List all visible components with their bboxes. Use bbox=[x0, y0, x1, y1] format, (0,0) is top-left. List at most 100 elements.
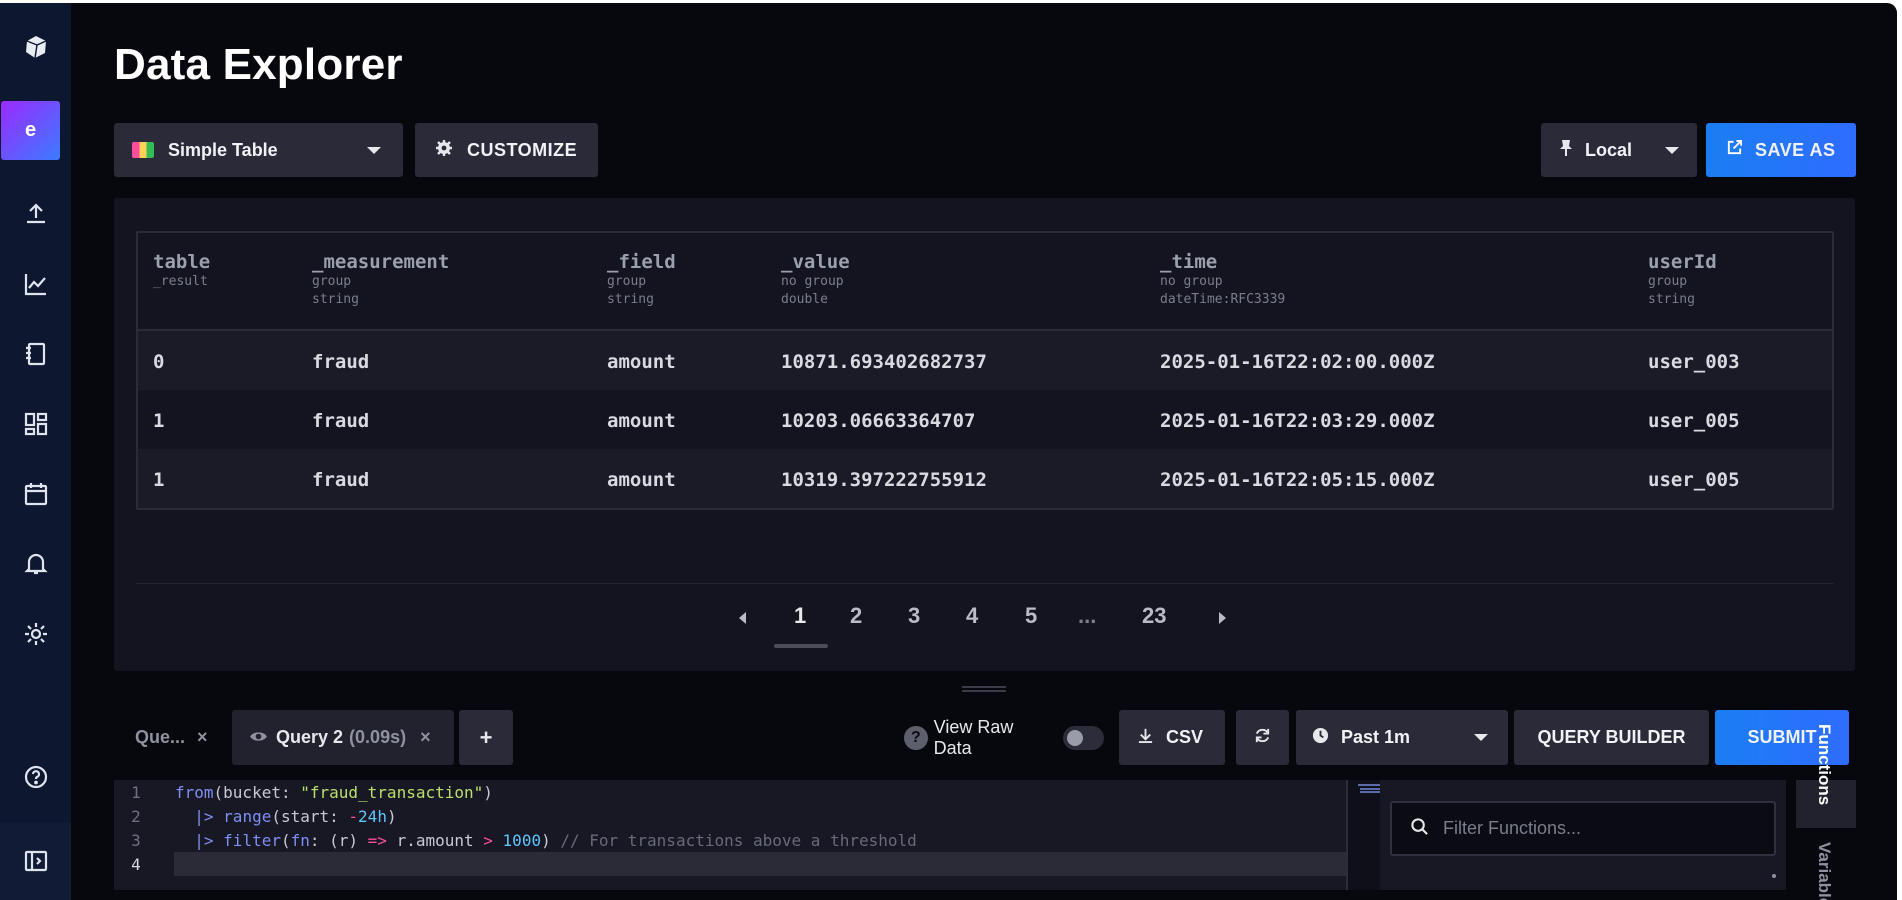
time-range-dropdown[interactable]: Past 1m bbox=[1296, 710, 1508, 765]
csv-button[interactable]: CSV bbox=[1119, 710, 1225, 765]
close-icon[interactable]: × bbox=[420, 727, 431, 748]
column-type: string bbox=[1648, 292, 1695, 307]
current-page-indicator bbox=[774, 644, 828, 648]
tab-variables[interactable]: Variables bbox=[1814, 842, 1834, 900]
cell-time: 2025-01-16T22:02:00.000Z bbox=[1160, 351, 1435, 373]
pagination-next-icon[interactable] bbox=[1219, 612, 1226, 624]
query-tab-1[interactable]: Que... × bbox=[135, 710, 225, 765]
cell-time: 2025-01-16T22:03:29.000Z bbox=[1160, 410, 1435, 432]
cell-value: 10319.397222755912 bbox=[781, 469, 987, 491]
table-body: 0 fraud amount 10871.693402682737 2025-0… bbox=[138, 331, 1832, 508]
column-meta: no group bbox=[1160, 274, 1223, 289]
calendar-icon[interactable] bbox=[0, 470, 71, 518]
cell-field: amount bbox=[607, 469, 676, 491]
query-editor[interactable]: 1 2 3 4 from(bucket: "fraud_transaction"… bbox=[114, 780, 1466, 890]
line-number: 3 bbox=[131, 831, 141, 850]
save-as-label: SAVE AS bbox=[1755, 139, 1836, 160]
query-builder-button[interactable]: QUERY BUILDER bbox=[1514, 710, 1709, 765]
chevron-down-icon bbox=[367, 146, 381, 154]
add-query-label: + bbox=[479, 724, 493, 750]
column-header[interactable]: _value no group double bbox=[781, 233, 850, 309]
notebook-icon[interactable] bbox=[0, 330, 71, 378]
tab-functions[interactable]: Functions bbox=[1796, 724, 1856, 828]
column-meta: group bbox=[1648, 274, 1688, 289]
org-initial: e bbox=[24, 119, 37, 141]
column-type: dateTime:RFC3339 bbox=[1160, 292, 1286, 307]
column-type: string bbox=[607, 292, 654, 307]
query-duration: (0.09s) bbox=[349, 727, 407, 747]
download-icon bbox=[1137, 727, 1154, 749]
page-ellipsis: ... bbox=[1078, 603, 1097, 628]
cell-field: amount bbox=[607, 351, 676, 373]
chevron-down-icon bbox=[1474, 734, 1488, 741]
raw-data-switch[interactable] bbox=[1062, 725, 1104, 750]
code-line: |> filter(fn: (r) => r.amount > 1000) //… bbox=[194, 831, 917, 850]
graph-icon[interactable] bbox=[0, 260, 71, 308]
view-raw-data-toggle[interactable]: ? View Raw Data bbox=[904, 710, 1104, 765]
page-button-4[interactable]: 4 bbox=[966, 603, 978, 629]
collapse-icon[interactable] bbox=[0, 837, 71, 885]
query-tab-label: Que... bbox=[135, 727, 186, 747]
sidebar: e bbox=[0, 3, 71, 900]
close-icon[interactable]: × bbox=[197, 727, 208, 748]
refresh-button[interactable] bbox=[1236, 710, 1289, 765]
results-table: table _result _measurement group string … bbox=[136, 231, 1834, 510]
column-name: table bbox=[153, 251, 211, 273]
add-query-button[interactable]: + bbox=[459, 710, 513, 765]
column-header[interactable]: table _result bbox=[153, 233, 210, 291]
search-icon bbox=[1410, 817, 1429, 841]
resize-handle[interactable] bbox=[962, 686, 1006, 692]
submit-label: SUBMIT bbox=[1747, 727, 1817, 747]
code-line: |> range(start: -24h) bbox=[194, 807, 397, 826]
page-button-2[interactable]: 2 bbox=[850, 603, 862, 629]
column-header[interactable]: userId group string bbox=[1648, 233, 1717, 309]
filter-functions-input[interactable]: Filter Functions... bbox=[1390, 801, 1776, 856]
help-icon[interactable] bbox=[0, 753, 71, 801]
column-name: _field bbox=[607, 251, 676, 273]
column-name: _time bbox=[1160, 251, 1218, 273]
customize-button[interactable]: CUSTOMIZE bbox=[415, 123, 598, 177]
page-button-23[interactable]: 23 bbox=[1142, 603, 1166, 629]
external-link-icon bbox=[1726, 139, 1743, 161]
logo-icon[interactable] bbox=[0, 23, 71, 71]
bell-icon[interactable] bbox=[0, 540, 71, 588]
column-header[interactable]: _field group string bbox=[607, 233, 676, 309]
org-avatar[interactable]: e bbox=[1, 101, 60, 160]
code-line: from(bucket: "fraud_transaction") bbox=[175, 783, 493, 802]
upload-icon[interactable] bbox=[0, 190, 71, 238]
page-button-5[interactable]: 5 bbox=[1025, 603, 1037, 629]
line-number: 2 bbox=[131, 807, 141, 826]
column-type: double bbox=[781, 292, 828, 307]
viz-type-dropdown[interactable]: Simple Table bbox=[114, 123, 403, 177]
timezone-label: Local bbox=[1585, 139, 1633, 160]
table-viz-icon bbox=[132, 142, 154, 158]
column-header[interactable]: _time no group dateTime:RFC3339 bbox=[1160, 233, 1285, 309]
column-name: _value bbox=[781, 251, 850, 273]
column-header[interactable]: _measurement group string bbox=[312, 233, 449, 309]
line-number: 4 bbox=[131, 855, 141, 874]
cell-table: 0 bbox=[153, 351, 165, 373]
save-as-button[interactable]: SAVE AS bbox=[1706, 123, 1856, 177]
dashboard-icon[interactable] bbox=[0, 400, 71, 448]
line-number: 1 bbox=[131, 783, 141, 802]
cell-measurement: fraud bbox=[312, 351, 370, 373]
pagination-prev-icon[interactable] bbox=[739, 612, 746, 624]
app-window: e Data Explorer Simple Table CUSTOMIZE L… bbox=[0, 3, 1897, 900]
refresh-icon bbox=[1253, 726, 1272, 750]
results-panel: table _result _measurement group string … bbox=[114, 198, 1855, 671]
cell-value: 10203.06663364707 bbox=[781, 410, 976, 432]
query-tab-2[interactable]: Query 2 (0.09s) × bbox=[232, 710, 454, 765]
table-row: 1 fraud amount 10203.06663364707 2025-01… bbox=[138, 390, 1832, 449]
pin-icon bbox=[1559, 139, 1573, 162]
page-button-1[interactable]: 1 bbox=[794, 603, 806, 629]
sidebar-footer bbox=[0, 823, 71, 900]
help-icon: ? bbox=[904, 725, 928, 750]
gear-icon[interactable] bbox=[0, 610, 71, 658]
filter-functions-placeholder: Filter Functions... bbox=[1443, 818, 1582, 838]
view-raw-label: View Raw Data bbox=[933, 716, 1014, 758]
eye-icon bbox=[249, 727, 268, 748]
page-button-3[interactable]: 3 bbox=[908, 603, 920, 629]
cell-userid: user_005 bbox=[1648, 469, 1740, 491]
timezone-dropdown[interactable]: Local bbox=[1541, 123, 1697, 177]
viz-type-label: Simple Table bbox=[168, 139, 278, 160]
